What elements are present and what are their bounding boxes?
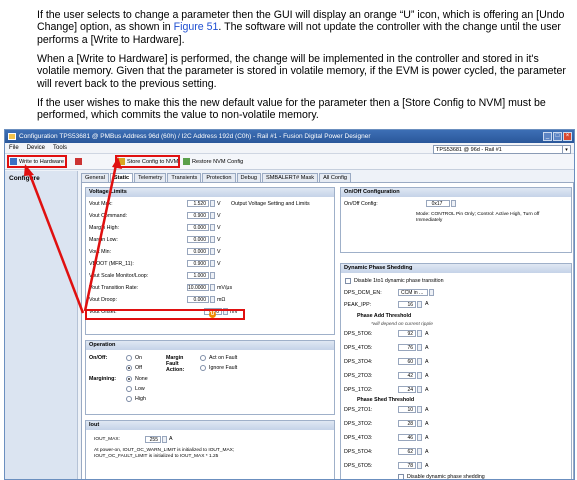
arrowhead-store bbox=[112, 157, 122, 169]
paragraph-write: When a [Write to Hardware] is performed,… bbox=[37, 53, 566, 90]
paragraph-undo: If the user selects to change a paramete… bbox=[37, 9, 565, 46]
annotation-arrows bbox=[24, 157, 122, 314]
arrow-to-store bbox=[83, 164, 118, 312]
app-window: Configuration TPS53681 @ PMBus Address 9… bbox=[4, 129, 575, 480]
arrowhead-write bbox=[24, 164, 34, 176]
arrow-to-write bbox=[27, 171, 85, 314]
paragraph-store: If the user wishes to make this the new … bbox=[37, 97, 546, 122]
figure-link[interactable]: Figure 51 bbox=[174, 21, 219, 33]
